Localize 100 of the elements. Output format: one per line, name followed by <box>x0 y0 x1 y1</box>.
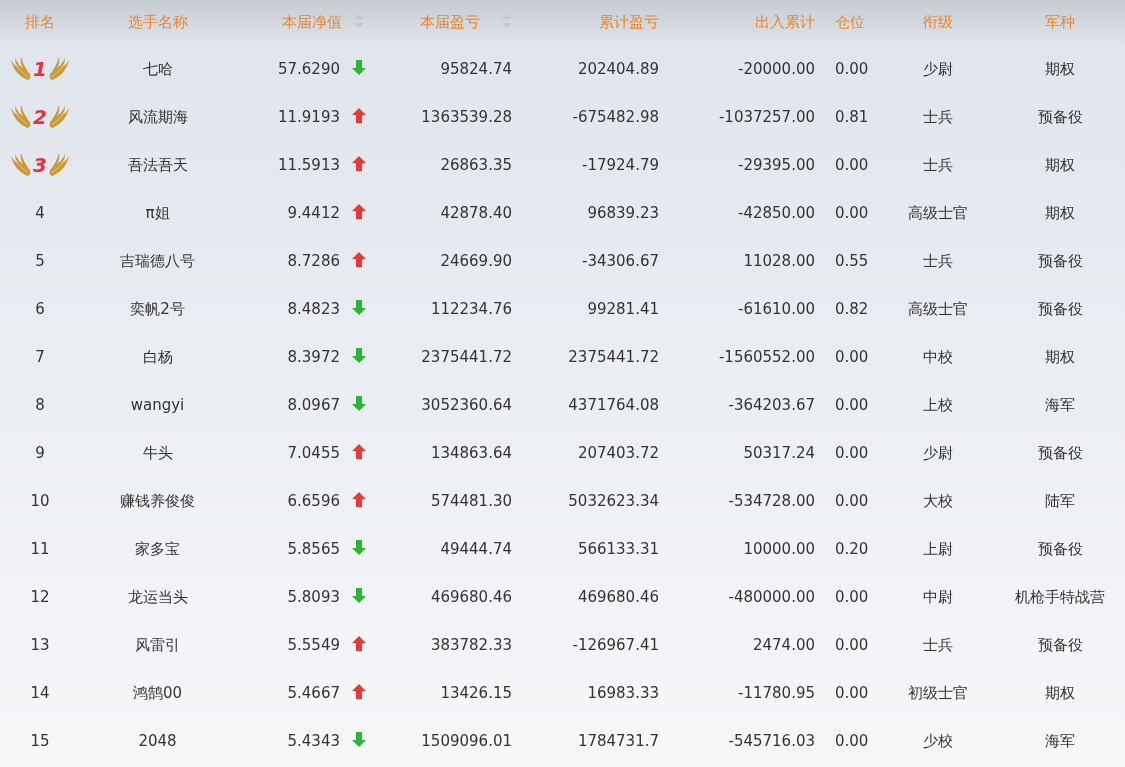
table-cell-text: -480000.00 <box>727 586 816 608</box>
table-cell-text: 期权 <box>1044 202 1076 224</box>
column-header[interactable]: 本届净值 <box>282 13 342 32</box>
table-cell-text: 10000.00 <box>742 538 816 560</box>
table-cell-text: 469680.46 <box>429 586 513 608</box>
table-cell-text: 预备役 <box>1036 298 1084 320</box>
table-cell-text: 士兵 <box>921 154 954 176</box>
table-cell-text: 95824.74 <box>439 58 513 80</box>
wing-icon <box>47 104 70 130</box>
table-cell-text: 12 <box>29 586 51 608</box>
table-cell-text: 龙运当头 <box>126 586 189 608</box>
table-cell-text: -42850.00 <box>737 202 816 224</box>
table-cell-text: 风流期海 <box>126 106 189 128</box>
table-cell-text: -20000.00 <box>737 58 816 80</box>
table-cell-text: -675482.98 <box>571 106 660 128</box>
rank-number: 2 <box>33 107 47 127</box>
table-cell-text: 1784731.7 <box>576 730 660 752</box>
table-cell-text: 7 <box>34 346 46 368</box>
table-cell-text: 42878.40 <box>439 202 513 224</box>
rank-number: 3 <box>33 155 47 175</box>
table-cell: 11.5913 <box>277 155 340 174</box>
table-cell-text: 预备役 <box>1036 634 1084 656</box>
table-cell-text: 期权 <box>1044 58 1076 80</box>
column-header: 衔级 <box>880 0 995 45</box>
table-cell-text: 吾法吾天 <box>126 154 189 176</box>
table-cell-text: 士兵 <box>921 106 954 128</box>
table-cell: 5.4667 <box>287 683 340 702</box>
table-cell-text: 期权 <box>1044 154 1076 176</box>
table-cell-text: 期权 <box>1044 682 1076 704</box>
table-cell-text: 50317.24 <box>742 442 816 464</box>
table-cell-text: 5032623.34 <box>567 490 660 512</box>
wing-icon <box>10 104 33 130</box>
table-cell-text: 0.00 <box>834 634 870 656</box>
table-cell-text: -1037257.00 <box>717 106 816 128</box>
table-cell-text: 中校 <box>921 346 954 368</box>
table-cell-text: 大校 <box>921 490 954 512</box>
table-cell-text: wangyi <box>129 394 186 416</box>
table-cell: 6.6596 <box>287 491 340 510</box>
table-cell-text: 0.00 <box>834 730 870 752</box>
table-cell-text: 0.00 <box>834 202 870 224</box>
table-cell-text: -17924.79 <box>581 154 660 176</box>
table-cell-text: 8 <box>34 394 46 416</box>
table-cell-text: -126967.41 <box>571 634 660 656</box>
column-header[interactable]: 本届盈亏 <box>420 13 480 32</box>
table-cell-text: 99281.41 <box>586 298 660 320</box>
table-cell-text: 0.82 <box>834 298 870 320</box>
table-cell-text: 15 <box>29 730 51 752</box>
table-cell-text: 0.00 <box>834 58 870 80</box>
table-cell-text: 0.00 <box>834 682 870 704</box>
table-cell-text: 1363539.28 <box>420 106 513 128</box>
table-cell-text: 2048 <box>137 730 178 752</box>
table-cell-text: 上尉 <box>921 538 954 560</box>
table-cell-text: -364203.67 <box>727 394 816 416</box>
table-cell-text: 96839.23 <box>586 202 660 224</box>
table-cell-text: 1509096.01 <box>420 730 513 752</box>
table-cell-text: 预备役 <box>1036 442 1084 464</box>
wing-icon <box>47 56 70 82</box>
column-header: 累计盈亏 <box>520 0 665 45</box>
table-cell: 5.8565 <box>287 539 340 558</box>
wing-icon <box>10 152 33 178</box>
table-cell-text: 3052360.64 <box>420 394 513 416</box>
table-cell: 11.9193 <box>277 107 340 126</box>
table-cell-text: 奕帆2号 <box>129 298 186 320</box>
table-cell-text: 预备役 <box>1036 106 1084 128</box>
table-cell-text: 少校 <box>921 730 954 752</box>
table-cell: 5.5549 <box>287 635 340 654</box>
table-cell: 8.4823 <box>287 299 340 318</box>
table-cell-text: 11 <box>29 538 51 560</box>
table-cell: 57.6290 <box>277 59 340 78</box>
wing-icon <box>10 56 33 82</box>
table-cell-text: π姐 <box>144 202 171 224</box>
table-cell-text: 白杨 <box>141 346 174 368</box>
table-cell-text: -29395.00 <box>737 154 816 176</box>
table-cell-text: 高级士官 <box>906 298 969 320</box>
table-cell-text: 14 <box>29 682 51 704</box>
table-cell-text: 0.55 <box>834 250 870 272</box>
table-cell-text: 16983.33 <box>586 682 660 704</box>
table-cell-text: 牛头 <box>141 442 174 464</box>
table-cell-text: 预备役 <box>1036 250 1084 272</box>
table-cell-text: 13 <box>29 634 51 656</box>
table-cell: 9.4412 <box>287 203 340 222</box>
table-cell-text: 6 <box>34 298 46 320</box>
table-cell-text: 112234.76 <box>429 298 513 320</box>
column-header: 排名 <box>0 0 80 45</box>
table-cell-text: 0.00 <box>834 394 870 416</box>
table-cell-text: 4 <box>34 202 46 224</box>
column-header: 军种 <box>995 0 1125 45</box>
table-cell: 8.3972 <box>287 347 340 366</box>
table-cell-text: 469680.46 <box>576 586 660 608</box>
table-cell: 8.0967 <box>287 395 340 414</box>
table-cell-text: 七哈 <box>141 58 174 80</box>
table-cell-text: 24669.90 <box>439 250 513 272</box>
table-cell-text: 赚钱养俊俊 <box>119 490 196 512</box>
table-cell-text: 0.00 <box>834 346 870 368</box>
table-cell-text: 9 <box>34 442 46 464</box>
table-cell-text: -11780.95 <box>737 682 816 704</box>
table-cell-text: 207403.72 <box>576 442 660 464</box>
table-cell-text: 家多宝 <box>134 538 181 560</box>
table-cell-text: 2474.00 <box>751 634 816 656</box>
table-cell-text: 202404.89 <box>576 58 660 80</box>
